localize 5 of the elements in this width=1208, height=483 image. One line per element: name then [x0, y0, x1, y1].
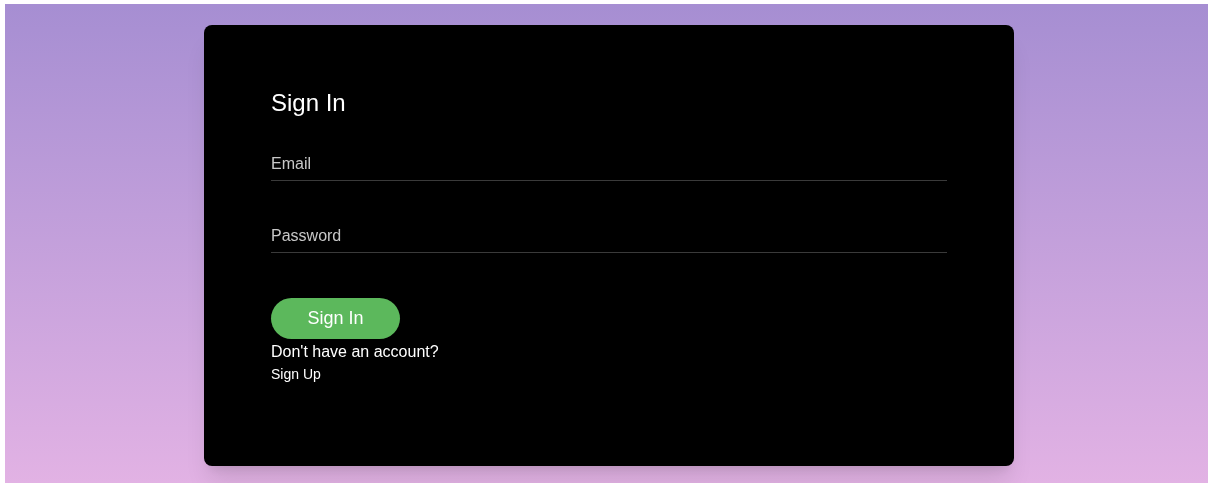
sign-up-link[interactable]: Sign Up: [271, 364, 321, 384]
account-prompt: Don't have an account?: [271, 342, 439, 362]
email-field[interactable]: Email: [271, 147, 947, 181]
password-field[interactable]: Password: [271, 219, 947, 253]
form-title: Sign In: [271, 88, 346, 118]
